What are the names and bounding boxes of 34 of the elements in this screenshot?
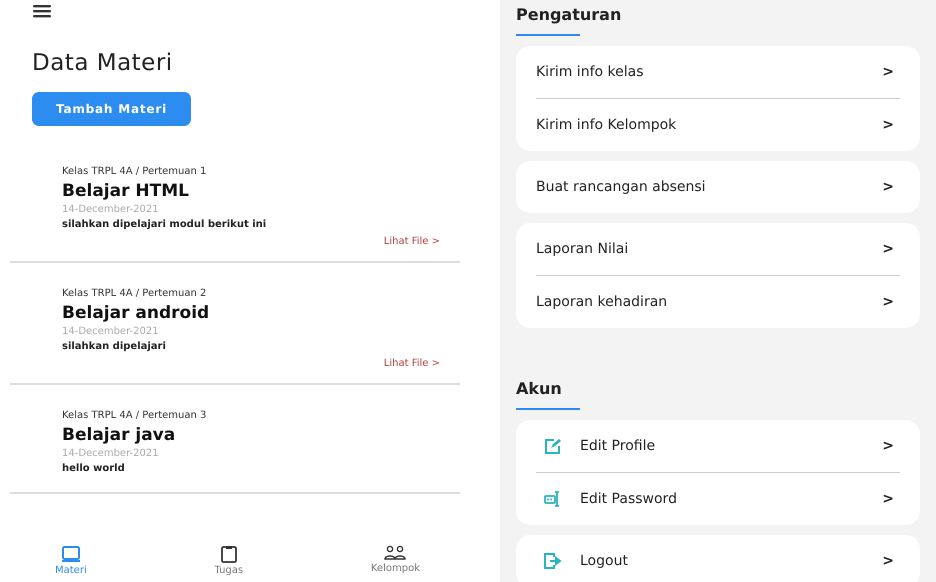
settings-row[interactable]: Logout > xyxy=(536,535,900,582)
material-date: 14-December-2021 xyxy=(62,203,160,217)
laptop-icon xyxy=(60,545,81,563)
class-meeting-label: Kelas TRPL 4A / Pertemuan 1 xyxy=(62,165,208,179)
settings-row[interactable]: Laporan kehadiran > xyxy=(536,275,900,328)
class-meeting-label: Kelas TRPL 4A / Pertemuan 2 xyxy=(62,287,208,301)
settings-row[interactable]: Edit Profile > xyxy=(536,420,900,472)
edit-icon xyxy=(544,438,562,454)
settings-row[interactable]: Laporan Nilai > xyxy=(536,223,900,275)
settings-row[interactable]: Edit Password > xyxy=(536,472,900,525)
nav-tab[interactable]: Tugas xyxy=(214,545,244,576)
section-title: Pengaturan xyxy=(516,4,622,26)
page-title: Data Materi xyxy=(32,49,174,78)
menu-icon[interactable] xyxy=(32,4,52,18)
material-description: hello world xyxy=(62,462,126,476)
clipboard-icon xyxy=(218,545,239,563)
material-date: 14-December-2021 xyxy=(62,325,160,339)
settings-row[interactable]: Buat rancangan absensi > xyxy=(536,161,900,213)
material-date: 14-December-2021 xyxy=(62,447,160,461)
settings-row[interactable]: Kirim info Kelompok > xyxy=(536,98,900,151)
password-icon xyxy=(544,491,562,507)
view-file-link[interactable]: Lihat File > xyxy=(384,236,440,247)
material-title: Belajar HTML xyxy=(62,180,190,203)
nav-tab[interactable]: Kelompok xyxy=(370,545,420,576)
class-meeting-label: Kelas TRPL 4A / Pertemuan 3 xyxy=(62,409,208,423)
view-file-link[interactable]: Lihat File > xyxy=(384,358,440,369)
material-description: silahkan dipelajari xyxy=(62,340,167,354)
settings-row[interactable]: Kirim info kelas > xyxy=(536,46,900,98)
logout-icon xyxy=(544,553,562,569)
section-title: Akun xyxy=(516,378,563,400)
material-description: silahkan dipelajari modul berikut ini xyxy=(62,218,268,232)
material-title: Belajar java xyxy=(62,424,176,447)
material-title: Belajar android xyxy=(62,302,210,325)
group-icon xyxy=(384,545,406,561)
